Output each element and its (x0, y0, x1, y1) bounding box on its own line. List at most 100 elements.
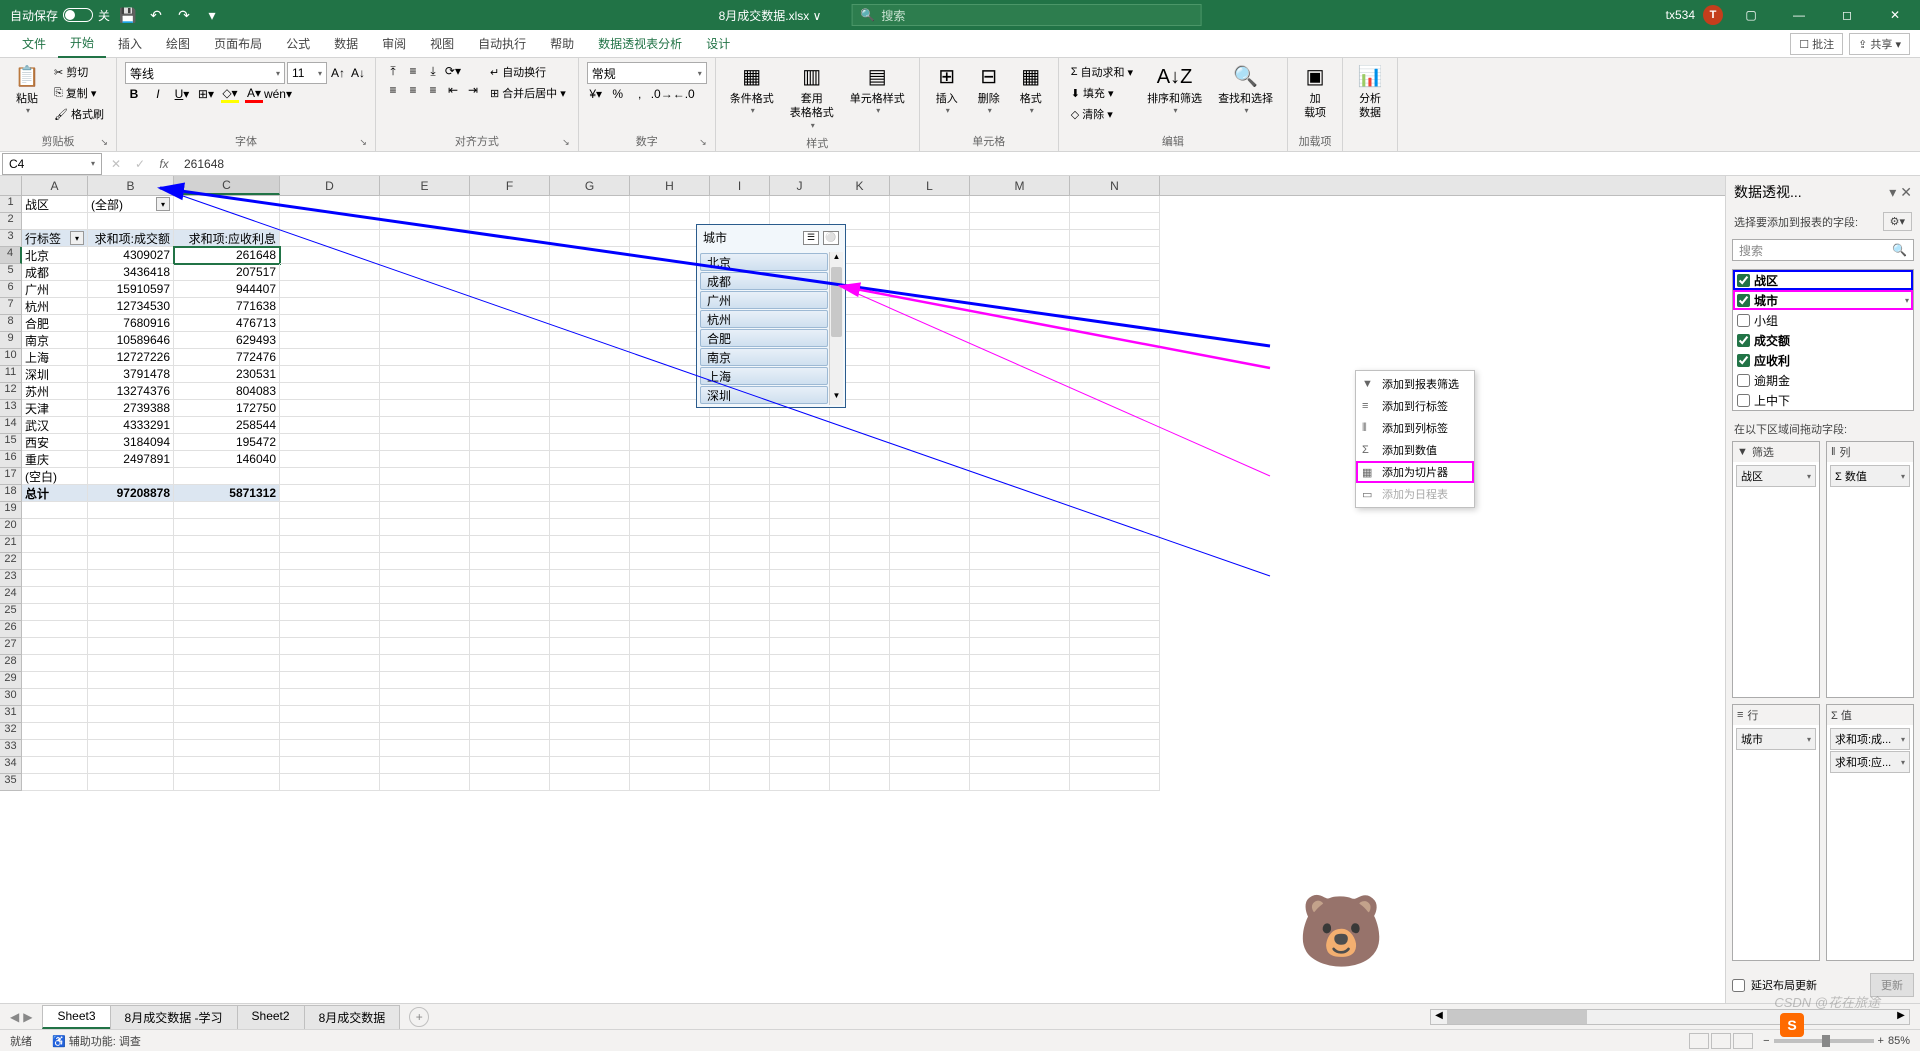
cell-I32[interactable] (710, 723, 770, 740)
cell-A4[interactable]: 北京 (22, 247, 88, 264)
cell-H14[interactable] (630, 417, 710, 434)
cell-J20[interactable] (770, 519, 830, 536)
cell-M5[interactable] (970, 264, 1070, 281)
tab-开始[interactable]: 开始 (58, 30, 106, 58)
menu-item[interactable]: ≡添加到行标签 (1356, 395, 1474, 417)
cell-G10[interactable] (550, 349, 630, 366)
cell-L9[interactable] (890, 332, 970, 349)
col-header-N[interactable]: N (1070, 176, 1160, 195)
cell-E1[interactable] (380, 196, 470, 213)
row-header-14[interactable]: 14 (0, 417, 22, 434)
cell-I35[interactable] (710, 774, 770, 791)
cell-B4[interactable]: 4309027 (88, 247, 174, 264)
cell-B16[interactable]: 2497891 (88, 451, 174, 468)
area-item[interactable]: 战区▾ (1736, 465, 1816, 487)
cell-D16[interactable] (280, 451, 380, 468)
cell-G22[interactable] (550, 553, 630, 570)
cell-G1[interactable] (550, 196, 630, 213)
fx-icon[interactable]: fx (152, 157, 176, 171)
cell-L7[interactable] (890, 298, 970, 315)
ribbon-mode-icon[interactable]: ▢ (1731, 0, 1771, 30)
cell-C28[interactable] (174, 655, 280, 672)
cell-I16[interactable] (710, 451, 770, 468)
wrap-text-button[interactable]: ↵ 自动换行 (486, 62, 570, 82)
cell-M26[interactable] (970, 621, 1070, 638)
cell-D29[interactable] (280, 672, 380, 689)
cell-F8[interactable] (470, 315, 550, 332)
cell-A12[interactable]: 苏州 (22, 383, 88, 400)
cell-H21[interactable] (630, 536, 710, 553)
cell-A6[interactable]: 广州 (22, 281, 88, 298)
col-header-H[interactable]: H (630, 176, 710, 195)
cell-H34[interactable] (630, 757, 710, 774)
cell-B10[interactable]: 12727226 (88, 349, 174, 366)
cell-G35[interactable] (550, 774, 630, 791)
cell-G25[interactable] (550, 604, 630, 621)
cell-C32[interactable] (174, 723, 280, 740)
cell-J1[interactable] (770, 196, 830, 213)
cell-G4[interactable] (550, 247, 630, 264)
cell-B34[interactable] (88, 757, 174, 774)
comments-button[interactable]: ☐ 批注 (1790, 33, 1843, 55)
cell-M12[interactable] (970, 383, 1070, 400)
row-header-27[interactable]: 27 (0, 638, 22, 655)
row-header-32[interactable]: 32 (0, 723, 22, 740)
cell-D23[interactable] (280, 570, 380, 587)
align-bottom-icon[interactable]: ⤓ (424, 62, 442, 80)
filter-arrow[interactable]: ▾ (70, 231, 84, 245)
cell-L5[interactable] (890, 264, 970, 281)
cell-A32[interactable] (22, 723, 88, 740)
cell-N12[interactable] (1070, 383, 1160, 400)
cell-C3[interactable]: 求和项:应收利息 (174, 230, 280, 247)
cell-J14[interactable] (770, 417, 830, 434)
cell-L18[interactable] (890, 485, 970, 502)
cell-N1[interactable] (1070, 196, 1160, 213)
cell-B13[interactable]: 2739388 (88, 400, 174, 417)
cell-A14[interactable]: 武汉 (22, 417, 88, 434)
cell-N8[interactable] (1070, 315, 1160, 332)
cell-B2[interactable] (88, 213, 174, 230)
area-values[interactable]: Σ 值 求和项:成...▾求和项:应...▾ (1826, 704, 1914, 961)
cell-F4[interactable] (470, 247, 550, 264)
cell-C22[interactable] (174, 553, 280, 570)
cell-B28[interactable] (88, 655, 174, 672)
cell-B14[interactable]: 4333291 (88, 417, 174, 434)
cell-E18[interactable] (380, 485, 470, 502)
slicer-scrollbar[interactable]: ▲ ▼ (829, 252, 843, 405)
cell-F28[interactable] (470, 655, 550, 672)
cell-I28[interactable] (710, 655, 770, 672)
cell-L16[interactable] (890, 451, 970, 468)
zoom-in-icon[interactable]: + (1878, 1035, 1884, 1047)
cell-I31[interactable] (710, 706, 770, 723)
cell-B30[interactable] (88, 689, 174, 706)
slicer-item[interactable]: 南京 (700, 348, 828, 366)
slicer-item[interactable]: 深圳 (700, 386, 828, 404)
cell-D30[interactable] (280, 689, 380, 706)
page-break-view-icon[interactable] (1733, 1033, 1753, 1049)
cell-A19[interactable] (22, 502, 88, 519)
cell-M17[interactable] (970, 468, 1070, 485)
sort-filter-button[interactable]: A↓Z排序和筛选▾ (1141, 62, 1208, 119)
cell-K15[interactable] (830, 434, 890, 451)
cell-C23[interactable] (174, 570, 280, 587)
font-launcher[interactable]: ↘ (359, 137, 367, 148)
cell-J25[interactable] (770, 604, 830, 621)
cell-N16[interactable] (1070, 451, 1160, 468)
area-item[interactable]: 城市▾ (1736, 728, 1816, 750)
cell-D5[interactable] (280, 264, 380, 281)
cell-N32[interactable] (1070, 723, 1160, 740)
cell-M8[interactable] (970, 315, 1070, 332)
col-header-K[interactable]: K (830, 176, 890, 195)
cell-J28[interactable] (770, 655, 830, 672)
cell-H18[interactable] (630, 485, 710, 502)
zoom-out-icon[interactable]: − (1763, 1035, 1769, 1047)
cell-H31[interactable] (630, 706, 710, 723)
insert-cells-button[interactable]: ⊞插入▾ (928, 62, 966, 119)
cell-M24[interactable] (970, 587, 1070, 604)
cell-A18[interactable]: 总计 (22, 485, 88, 502)
cell-J18[interactable] (770, 485, 830, 502)
cell-N34[interactable] (1070, 757, 1160, 774)
area-item[interactable]: 求和项:成...▾ (1830, 728, 1910, 750)
filter-arrow[interactable]: ▾ (156, 197, 170, 211)
cell-B24[interactable] (88, 587, 174, 604)
